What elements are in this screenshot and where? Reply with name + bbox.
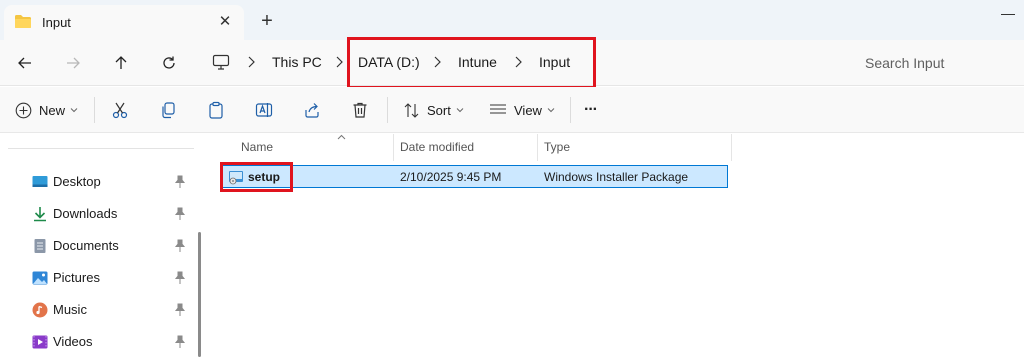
arrow-up-icon — [115, 56, 127, 69]
pin-icon[interactable] — [174, 175, 186, 189]
pin-icon[interactable] — [174, 335, 186, 349]
clipboard-icon — [209, 101, 223, 119]
command-bar: New Sort View ··· — [0, 87, 1024, 133]
videos-icon — [32, 335, 48, 349]
column-label: Type — [544, 140, 571, 154]
installer-package-icon — [229, 171, 243, 185]
breadcrumb-data-drive[interactable]: DATA (D:) — [358, 54, 420, 70]
sort-ascending-icon — [337, 134, 346, 140]
documents-icon — [34, 239, 46, 253]
pin-icon[interactable] — [174, 271, 186, 285]
rename-button[interactable] — [255, 98, 273, 122]
column-label: Name — [241, 140, 274, 154]
view-label: View — [514, 102, 542, 118]
forward-button[interactable] — [60, 50, 86, 76]
file-type: Windows Installer Package — [544, 170, 689, 184]
sidebar-scrollbar[interactable] — [198, 232, 201, 357]
view-button[interactable]: View — [489, 98, 555, 122]
refresh-button[interactable] — [156, 50, 182, 76]
breadcrumb-this-pc[interactable]: This PC — [272, 54, 322, 70]
sidebar-item-videos[interactable]: Videos — [0, 328, 200, 356]
new-button[interactable]: New — [15, 98, 78, 122]
divider — [8, 148, 194, 149]
search-placeholder: Search Input — [865, 55, 945, 71]
address-row: This PC DATA (D:) Intune Input Search In… — [0, 40, 1024, 86]
chevron-down-icon — [70, 108, 78, 113]
chevron-right-icon — [434, 56, 441, 68]
sidebar-item-label: Music — [53, 302, 87, 317]
pictures-icon — [32, 271, 48, 285]
tab-input[interactable]: Input ✕ — [4, 5, 244, 40]
new-tab-button[interactable]: + — [257, 11, 277, 32]
tab-title: Input — [42, 15, 71, 30]
chevron-down-icon — [456, 108, 464, 113]
pin-icon[interactable] — [174, 207, 186, 221]
chevron-right-icon — [515, 56, 522, 68]
paste-button[interactable] — [207, 98, 225, 122]
column-header-date-modified[interactable]: Date modified — [394, 134, 538, 161]
tab-strip: Input ✕ + — [0, 0, 1024, 40]
sidebar-item-label: Desktop — [53, 174, 101, 189]
file-date-modified: 2/10/2025 9:45 PM — [400, 170, 502, 184]
pin-icon[interactable] — [174, 303, 186, 317]
file-list: Name Date modified Type setup 2/10/2025 … — [206, 134, 1024, 357]
plus-circle-icon — [15, 102, 32, 118]
sort-label: Sort — [427, 102, 451, 118]
sidebar-item-music[interactable]: Music — [0, 296, 200, 324]
computer-icon — [212, 54, 230, 70]
refresh-icon — [163, 56, 175, 69]
trash-icon — [353, 102, 367, 118]
back-button[interactable] — [12, 50, 38, 76]
share-icon — [305, 103, 319, 118]
up-button[interactable] — [108, 50, 134, 76]
copy-icon — [162, 102, 175, 119]
divider — [94, 97, 95, 123]
sort-button[interactable]: Sort — [403, 98, 464, 122]
delete-button[interactable] — [351, 98, 369, 122]
breadcrumb[interactable]: This PC DATA (D:) Intune Input — [200, 46, 840, 80]
sidebar-item-label: Pictures — [53, 270, 100, 285]
sidebar-item-documents[interactable]: Documents — [0, 232, 200, 260]
music-icon — [32, 302, 48, 318]
folder-icon — [15, 15, 31, 28]
cut-button[interactable] — [111, 98, 129, 122]
divider — [387, 97, 388, 123]
close-tab-icon[interactable]: ✕ — [216, 13, 234, 31]
column-label: Date modified — [400, 140, 475, 154]
sidebar-item-pictures[interactable]: Pictures — [0, 264, 200, 292]
sidebar-item-label: Documents — [53, 238, 119, 253]
sidebar-item-label: Downloads — [53, 206, 118, 221]
sidebar-item-downloads[interactable]: Downloads — [0, 200, 200, 228]
divider — [570, 97, 571, 123]
sidebar-item-desktop[interactable]: Desktop — [0, 168, 200, 196]
share-button[interactable] — [303, 98, 321, 122]
view-list-icon — [490, 104, 506, 114]
chevron-right-icon — [248, 56, 255, 68]
arrow-left-icon — [18, 57, 31, 69]
copy-button[interactable] — [159, 98, 177, 122]
sort-icon — [404, 102, 419, 118]
chevron-down-icon — [547, 108, 555, 113]
breadcrumb-input[interactable]: Input — [539, 54, 570, 70]
minimize-icon[interactable] — [1001, 14, 1015, 15]
desktop-icon — [32, 176, 48, 187]
more-icon: ··· — [584, 101, 598, 118]
search-input[interactable]: Search Input — [852, 46, 1024, 80]
column-header-name[interactable]: Name — [235, 134, 394, 161]
downloads-icon — [34, 207, 46, 222]
chevron-right-icon — [336, 56, 343, 68]
table-row[interactable]: setup 2/10/2025 9:45 PM Windows Installe… — [222, 165, 728, 188]
sidebar-item-label: Videos — [53, 334, 93, 349]
file-name: setup — [248, 170, 281, 184]
more-options-button[interactable]: ··· — [584, 98, 598, 122]
arrow-right-icon — [67, 57, 80, 69]
rename-icon — [255, 103, 273, 117]
scissors-icon — [112, 102, 128, 119]
breadcrumb-intune[interactable]: Intune — [458, 54, 497, 70]
navigation-pane: Desktop Downloads Documents Pictures Mus… — [0, 134, 205, 357]
column-header-type[interactable]: Type — [538, 134, 732, 161]
new-label: New — [39, 102, 66, 118]
pin-icon[interactable] — [174, 239, 186, 253]
